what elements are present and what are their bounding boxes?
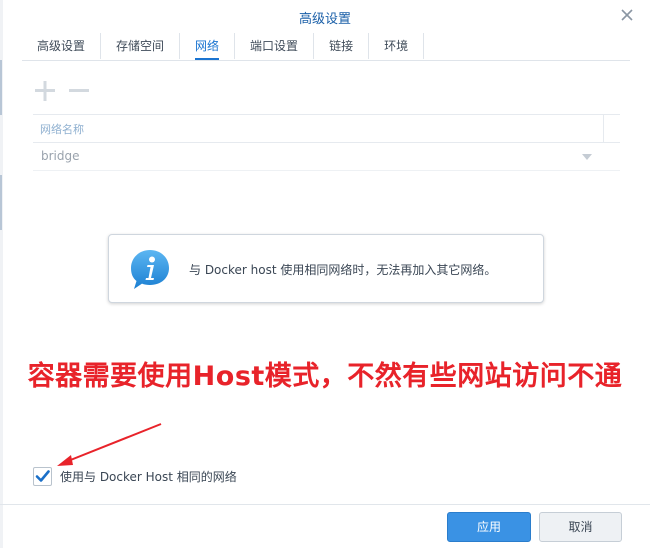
tab-environment[interactable]: 环境 bbox=[368, 33, 425, 59]
footer-divider bbox=[0, 504, 650, 505]
use-host-network-checkbox[interactable] bbox=[33, 467, 52, 486]
grid-header: 网络名称 bbox=[33, 114, 620, 143]
close-icon[interactable] bbox=[618, 6, 636, 24]
dropdown-arrow-icon[interactable] bbox=[582, 154, 592, 160]
network-name-cell: bridge bbox=[41, 149, 80, 163]
checkmark-icon bbox=[35, 470, 50, 482]
tab-bar: 高级设置 存储空间 网络 端口设置 链接 环境 bbox=[22, 33, 630, 61]
plus-icon[interactable] bbox=[34, 80, 56, 102]
cancel-button[interactable]: 取消 bbox=[539, 512, 622, 542]
minus-icon[interactable] bbox=[68, 80, 90, 102]
tab-storage[interactable]: 存储空间 bbox=[100, 33, 179, 59]
table-row[interactable]: bridge bbox=[33, 143, 620, 171]
title-bar: 高级设置 bbox=[0, 0, 650, 34]
info-message-box: 与 Docker host 使用相同网络时，无法再加入其它网络。 bbox=[108, 234, 544, 303]
tab-links[interactable]: 链接 bbox=[313, 33, 368, 59]
edge-marker bbox=[0, 60, 2, 115]
apply-button[interactable]: 应用 bbox=[447, 512, 531, 542]
left-edge-strip bbox=[0, 0, 3, 548]
window-title: 高级设置 bbox=[298, 12, 351, 27]
edge-marker bbox=[0, 175, 2, 230]
info-icon bbox=[131, 250, 169, 289]
use-host-network-label[interactable]: 使用与 Docker Host 相同的网络 bbox=[60, 468, 237, 485]
annotation-text: 容器需要使用Host模式，不然有些网站访问不通 bbox=[27, 361, 623, 392]
tab-network[interactable]: 网络 bbox=[179, 33, 234, 60]
tab-advanced-settings[interactable]: 高级设置 bbox=[22, 33, 100, 59]
info-message: 与 Docker host 使用相同网络时，无法再加入其它网络。 bbox=[189, 263, 497, 277]
network-grid: 网络名称 bridge bbox=[33, 114, 620, 171]
column-separator bbox=[603, 115, 604, 142]
tab-port-settings[interactable]: 端口设置 bbox=[234, 33, 313, 59]
column-header-network-name[interactable]: 网络名称 bbox=[40, 121, 84, 137]
